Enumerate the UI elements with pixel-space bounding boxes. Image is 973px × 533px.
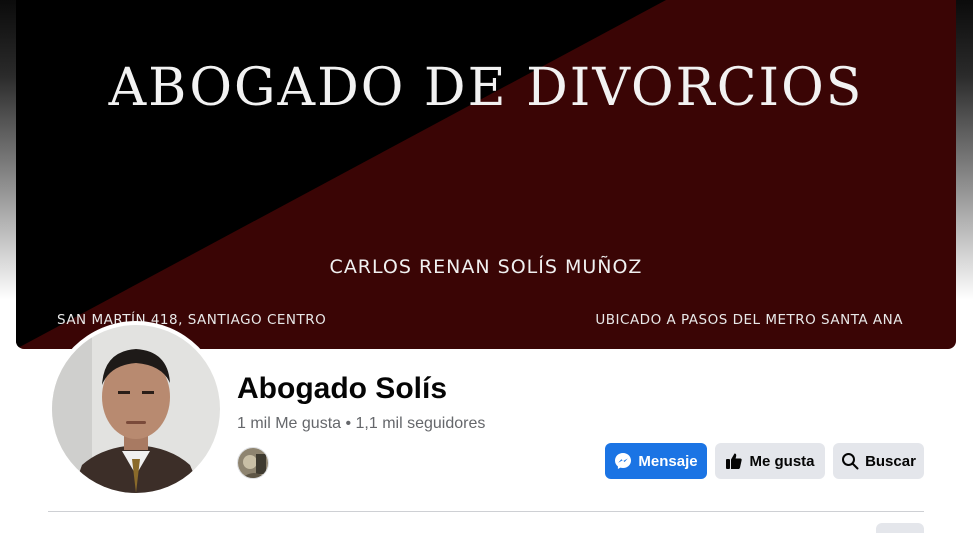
cover-background bbox=[16, 0, 956, 349]
profile-photo bbox=[52, 325, 220, 493]
search-button[interactable]: Buscar bbox=[833, 443, 924, 479]
follower-avatar[interactable] bbox=[237, 447, 269, 479]
page-stats[interactable]: 1 mil Me gusta • 1,1 mil seguidores bbox=[237, 415, 485, 433]
cover-photo[interactable]: ABOGADO DE DIVORCIOS CARLOS RENAN SOLÍS … bbox=[16, 0, 956, 349]
thumbs-up-icon bbox=[725, 452, 743, 470]
search-icon bbox=[841, 452, 859, 470]
cover-address: SAN MARTÍN 418, SANTIAGO CENTRO bbox=[57, 312, 327, 328]
cover-subtitle: CARLOS RENAN SOLÍS MUÑOZ bbox=[329, 256, 643, 278]
message-button[interactable]: Mensaje bbox=[605, 443, 707, 479]
section-divider bbox=[48, 511, 924, 512]
profile-avatar[interactable] bbox=[48, 321, 224, 497]
message-button-label: Mensaje bbox=[638, 452, 698, 470]
cover-title: ABOGADO DE DIVORCIOS bbox=[108, 58, 864, 118]
page-title: Abogado Solís bbox=[237, 372, 447, 405]
search-button-label: Buscar bbox=[865, 452, 916, 470]
like-button-label: Me gusta bbox=[749, 452, 815, 470]
like-button[interactable]: Me gusta bbox=[715, 443, 825, 479]
cover-location: UBICADO A PASOS DEL METRO SANTA ANA bbox=[595, 312, 903, 328]
messenger-icon bbox=[614, 452, 632, 470]
more-button[interactable] bbox=[876, 523, 924, 533]
